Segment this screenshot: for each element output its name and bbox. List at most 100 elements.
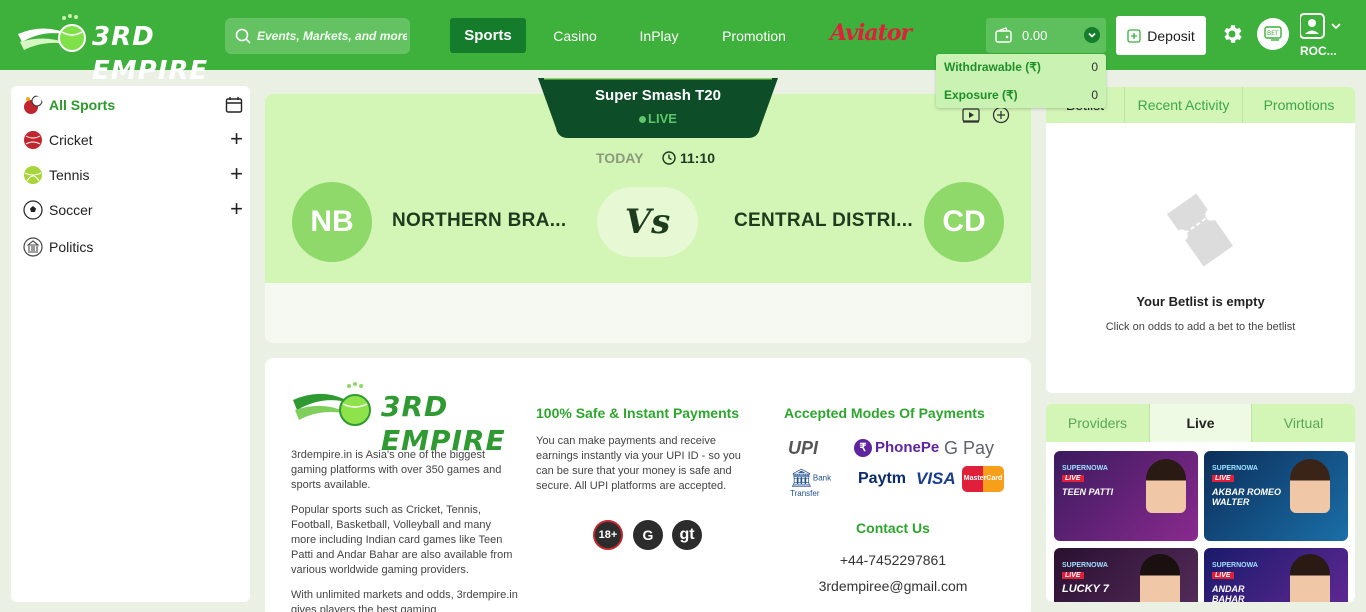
plus-square-icon <box>1127 28 1141 43</box>
tennis-swoosh-logo-icon <box>18 14 86 52</box>
about-paragraph-1: 3rdempire.in is Asia's one of the bigges… <box>291 449 502 491</box>
mastercard-logo: MasterCard <box>962 466 1004 492</box>
dealer-image <box>1140 554 1180 602</box>
game-live-tag: LIVE <box>1062 475 1084 482</box>
game-title: ANDAR BAHAR <box>1212 584 1245 602</box>
live-label: LIVE <box>648 111 677 126</box>
sidebar-item-label: Tennis <box>49 167 90 183</box>
expand-plus-icon[interactable]: + <box>230 163 243 185</box>
wallet-icon <box>995 26 1012 43</box>
sidebar-all-sports-label: All Sports <box>49 97 116 113</box>
parliament-icon <box>23 237 43 257</box>
game-tile-lucky-7[interactable]: SUPERNOWA LIVE LUCKY 7 <box>1054 548 1198 602</box>
game-tile-teen-patti[interactable]: SUPERNOWA LIVE TEEN PATTI <box>1054 451 1198 541</box>
phonepe-icon: ₹ <box>854 439 872 458</box>
withdrawable-label: Withdrawable (₹) <box>944 60 1041 74</box>
balance-value: 0.00 <box>1022 28 1048 43</box>
gambling-commission-badge-icon: G <box>633 520 663 550</box>
away-team-badge: CD <box>924 182 1004 262</box>
tab-recent-activity[interactable]: Recent Activity <box>1124 87 1242 123</box>
home-team-name: NORTHERN BRA... <box>392 210 567 231</box>
search-icon <box>235 28 251 44</box>
search-bar[interactable] <box>225 18 410 54</box>
chevron-down-icon[interactable] <box>1084 27 1100 43</box>
tab-virtual[interactable]: Virtual <box>1252 404 1355 442</box>
nav-promotion[interactable]: Promotion <box>708 18 800 53</box>
sidebar-item-tennis[interactable]: Tennis + <box>23 161 245 189</box>
about-paragraph-2: Popular sports such as Cricket, Tennis, … <box>291 504 513 576</box>
tab-providers[interactable]: Providers <box>1046 404 1149 442</box>
game-provider: SUPERNOWA <box>1062 465 1108 472</box>
wallet-balance-button[interactable]: 0.00 <box>986 18 1106 53</box>
game-provider: SUPERNOWA <box>1212 562 1258 569</box>
sports-sidebar: All Sports Cricket + Tennis + Soccer + P… <box>11 86 250 602</box>
tab-live[interactable]: Live <box>1149 404 1252 442</box>
expand-plus-icon[interactable]: + <box>230 128 243 150</box>
nav-inplay[interactable]: InPlay <box>626 18 692 53</box>
paytm-logo: Paytm <box>858 470 907 487</box>
nav-aviator[interactable]: Aviator <box>830 20 912 46</box>
cricket-ball-icon <box>24 131 42 149</box>
deposit-label: Deposit <box>1147 27 1195 44</box>
logo-text: 3RD EMPIRE <box>92 22 209 86</box>
sidebar-item-cricket[interactable]: Cricket + <box>23 126 245 154</box>
game-title: LUCKY 7 <box>1062 583 1109 595</box>
sports-balls-icon <box>24 95 43 114</box>
tournament-name: Super Smash T20 <box>595 87 721 104</box>
wallet-dropdown: Withdrawable (₹) 0 Exposure (₹) 0 <box>936 54 1106 108</box>
footer-logo: 3RD EMPIRE <box>291 380 515 457</box>
contact-email[interactable]: 3rdempiree@gmail.com <box>784 578 1002 594</box>
withdrawable-row: Withdrawable (₹) 0 <box>944 56 1098 78</box>
game-live-tag: LIVE <box>1212 572 1234 579</box>
match-actions <box>962 106 1010 124</box>
video-play-icon[interactable] <box>962 106 980 124</box>
calendar-icon[interactable] <box>225 96 243 114</box>
gamcare-badge-icon: gt <box>672 520 702 550</box>
dealer-image <box>1290 554 1330 602</box>
gpay-logo: G Pay <box>944 438 995 458</box>
game-tile-akbar-romeo-walter[interactable]: SUPERNOWA LIVE AKBAR ROMEO WALTER <box>1204 451 1348 541</box>
game-tile-andar-bahar[interactable]: SUPERNOWA LIVE ANDAR BAHAR <box>1204 548 1348 602</box>
phonepe-logo: ₹ PhonePe <box>854 439 940 458</box>
payment-modes-title: Accepted Modes Of Payments <box>784 405 985 421</box>
bet-settings-icon[interactable]: BET <box>1257 18 1289 50</box>
home-team-badge: NB <box>292 182 372 262</box>
about-paragraph-3: With unlimited markets and odds, 3rdempi… <box>291 589 518 612</box>
sidebar-item-soccer[interactable]: Soccer + <box>23 196 245 224</box>
phonepe-label: PhonePe <box>875 439 940 456</box>
betlist-empty-title: Your Betlist is empty <box>1136 294 1265 309</box>
tab-promotions[interactable]: Promotions <box>1242 87 1355 123</box>
dealer-image <box>1290 459 1330 513</box>
game-live-tag: LIVE <box>1212 475 1234 482</box>
match-time: 11:10 <box>662 150 715 166</box>
versus-badge: Vs <box>597 187 698 257</box>
betlist-empty-subtitle: Click on odds to add a bet to the betlis… <box>1105 321 1296 333</box>
sidebar-item-politics[interactable]: Politics <box>23 233 245 261</box>
contact-phone[interactable]: +44-7452297861 <box>784 552 1002 568</box>
age-18-badge-icon: 18+ <box>593 520 623 550</box>
sidebar-item-label: Politics <box>49 239 94 255</box>
match-time-value: 11:10 <box>680 150 716 166</box>
deposit-button[interactable]: Deposit <box>1116 16 1206 55</box>
nav-casino[interactable]: Casino <box>540 18 610 53</box>
nav-sports[interactable]: Sports <box>450 18 526 53</box>
safe-payments-title: 100% Safe & Instant Payments <box>536 405 740 421</box>
add-circle-icon[interactable] <box>992 106 1010 124</box>
clock-icon <box>662 151 676 165</box>
svg-text:BET: BET <box>1267 30 1279 37</box>
sidebar-item-label: Soccer <box>49 202 93 218</box>
expand-plus-icon[interactable]: + <box>230 198 243 220</box>
withdrawable-value: 0 <box>1091 60 1098 74</box>
bank-icon: 🏛 <box>790 468 813 488</box>
search-input[interactable] <box>257 29 407 43</box>
sidebar-item-all-sports[interactable]: All Sports <box>23 91 245 119</box>
dealer-image <box>1146 459 1186 513</box>
user-menu[interactable]: ROC... <box>1299 12 1346 62</box>
upi-logo: UPI <box>788 438 819 458</box>
live-indicator: LIVE <box>538 111 778 126</box>
visa-logo: VISA <box>916 469 956 488</box>
match-day: TODAY <box>596 150 644 166</box>
tennis-ball-icon <box>24 166 42 184</box>
gear-icon[interactable] <box>1220 22 1244 46</box>
site-logo[interactable]: 3RD EMPIRE <box>16 12 208 86</box>
